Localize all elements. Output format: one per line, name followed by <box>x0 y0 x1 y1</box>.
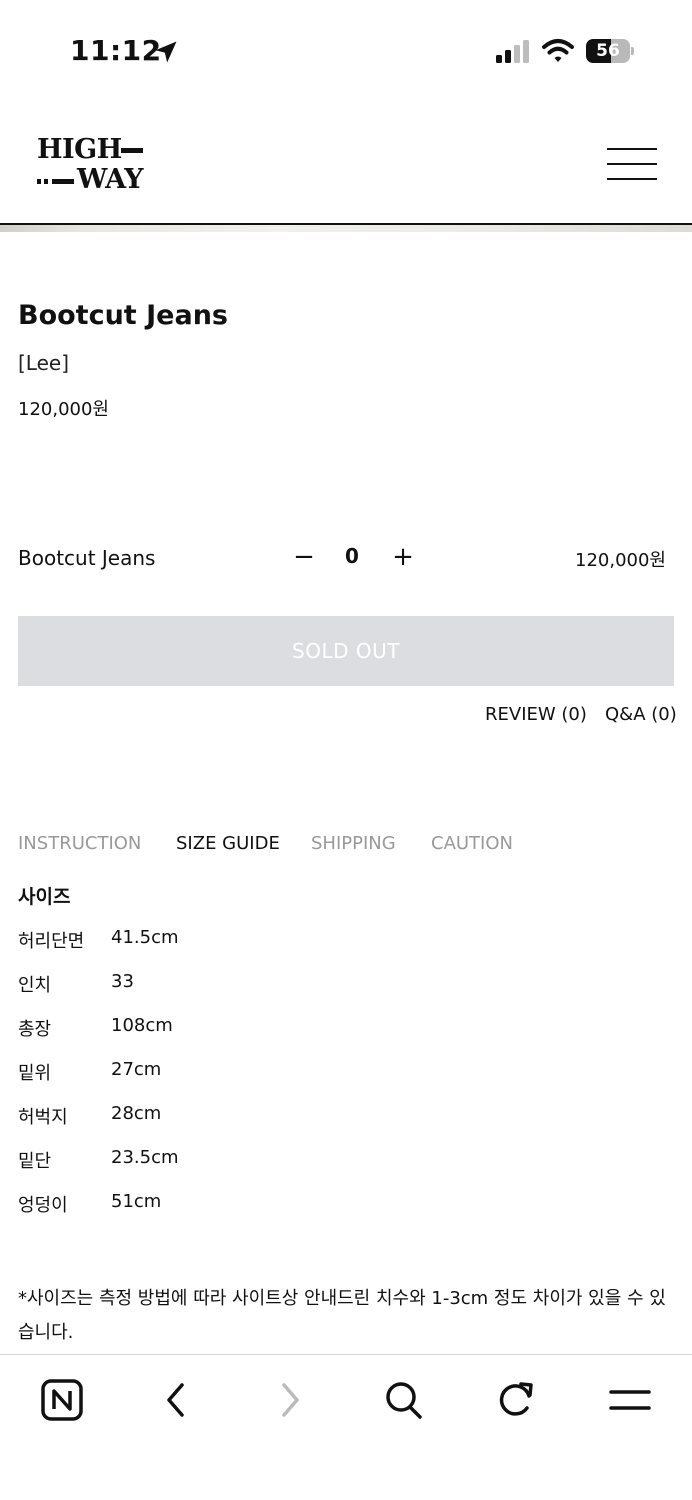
hamburger-menu-icon[interactable] <box>607 148 657 182</box>
quantity-decrease-button[interactable]: − <box>290 540 318 574</box>
battery-icon: 56 <box>586 39 634 63</box>
tab-size-guide[interactable]: SIZE GUIDE <box>176 833 280 854</box>
sold-out-button[interactable]: SOLD OUT <box>18 616 674 686</box>
size-label: 총장 <box>18 1019 52 1040</box>
battery-body: 56 <box>586 39 630 63</box>
option-name: Bootcut Jeans <box>18 546 156 570</box>
logo-dots <box>37 179 74 184</box>
menu-icon[interactable] <box>605 1375 655 1425</box>
site-header: HIGH WAY <box>0 100 692 225</box>
size-label: 밑위 <box>18 1063 52 1084</box>
status-time: 11:12 <box>70 34 162 67</box>
size-label: 엉덩이 <box>18 1195 68 1216</box>
size-row: 인치 33 <box>18 971 318 1001</box>
status-bar: 11:12 56 <box>0 0 692 100</box>
product-brand: [Lee] <box>18 351 70 375</box>
size-value: 41.5cm <box>111 927 179 948</box>
battery-nub <box>631 47 634 55</box>
size-value: 27cm <box>111 1059 162 1080</box>
size-label: 밑단 <box>18 1151 52 1172</box>
size-guide-heading: 사이즈 <box>18 886 71 908</box>
option-price: 120,000원 <box>575 550 666 571</box>
size-row: 엉덩이 51cm <box>18 1191 318 1221</box>
site-logo[interactable]: HIGH WAY <box>37 134 147 196</box>
size-disclaimer: *사이즈는 측정 방법에 따라 사이트상 안내드린 치수와 1-3cm 정도 차… <box>18 1288 666 1343</box>
size-label: 허리단면 <box>18 931 85 952</box>
size-row: 허벅지 28cm <box>18 1103 318 1133</box>
size-row: 총장 108cm <box>18 1015 318 1045</box>
search-icon[interactable] <box>378 1375 428 1425</box>
naver-home-icon[interactable] <box>37 1375 87 1425</box>
tab-instruction[interactable]: INSTRUCTION <box>18 833 141 854</box>
forward-chevron-icon[interactable] <box>265 1375 315 1425</box>
battery-level: 56 <box>596 41 620 61</box>
size-value: 33 <box>111 971 134 992</box>
size-value: 51cm <box>111 1191 162 1212</box>
review-link[interactable]: REVIEW (0) <box>485 704 587 725</box>
wifi-icon <box>542 39 574 62</box>
cellular-signal-icon <box>496 40 529 63</box>
browser-toolbar <box>0 1354 692 1500</box>
logo-line1: HIGH <box>37 134 122 165</box>
refresh-icon[interactable] <box>491 1375 541 1425</box>
quantity-increase-button[interactable]: + <box>389 540 417 574</box>
logo-line2: WAY <box>77 164 143 195</box>
size-label: 인치 <box>18 975 52 996</box>
product-price: 120,000원 <box>18 399 109 420</box>
qa-link[interactable]: Q&A (0) <box>605 704 677 725</box>
size-row: 밑위 27cm <box>18 1059 318 1089</box>
size-value: 28cm <box>111 1103 162 1124</box>
tab-caution[interactable]: CAUTION <box>431 833 513 854</box>
logo-dash <box>121 148 143 153</box>
product-image-edge <box>0 225 692 232</box>
size-row: 밑단 23.5cm <box>18 1147 318 1177</box>
quantity-value: 0 <box>345 544 359 568</box>
size-label: 허벅지 <box>18 1107 68 1128</box>
size-row: 허리단면 41.5cm <box>18 927 318 957</box>
size-value: 23.5cm <box>111 1147 179 1168</box>
size-value: 108cm <box>111 1015 173 1036</box>
product-title: Bootcut Jeans <box>18 300 228 331</box>
location-arrow-icon <box>155 41 177 63</box>
tab-shipping[interactable]: SHIPPING <box>311 833 396 854</box>
back-chevron-icon[interactable] <box>151 1375 201 1425</box>
